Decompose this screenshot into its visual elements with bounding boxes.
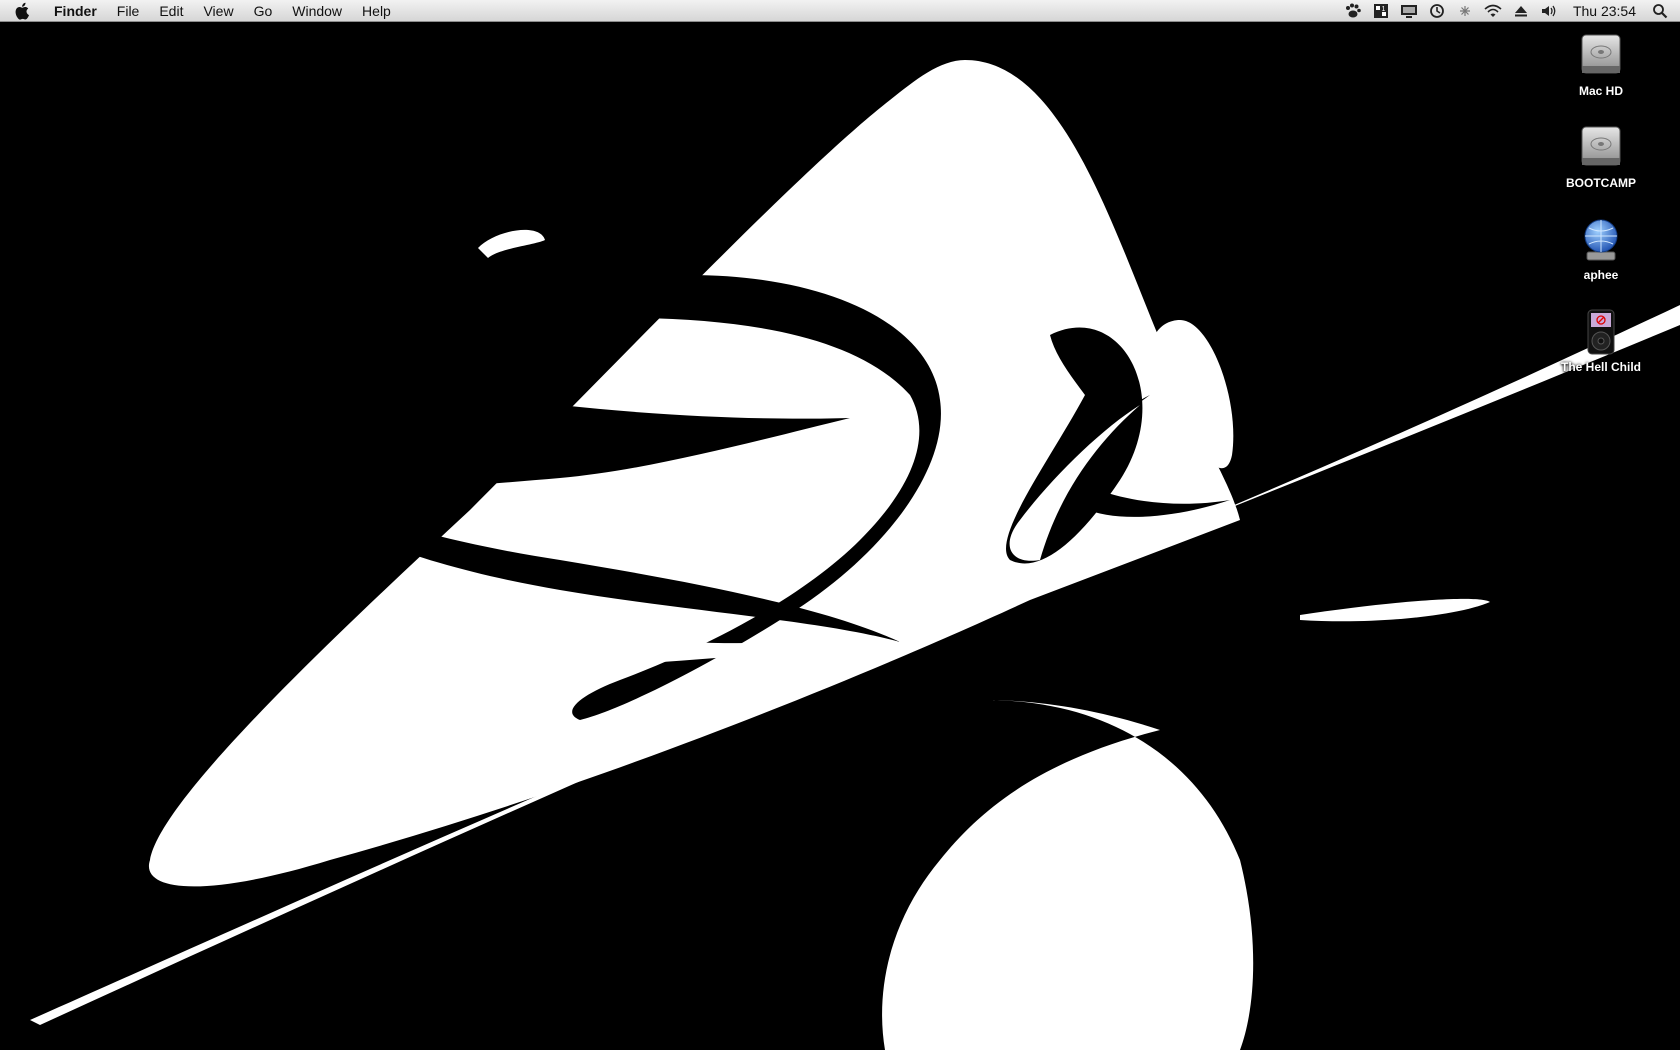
menu-bar: Finder File Edit View Go Window Help 1 T… <box>0 0 1680 22</box>
menu-bar-left: Finder File Edit View Go Window Help <box>0 0 401 22</box>
volume-icon[interactable] <box>1535 0 1563 22</box>
menu-file[interactable]: File <box>107 0 150 22</box>
menu-edit[interactable]: Edit <box>149 0 193 22</box>
menu-go[interactable]: Go <box>244 0 283 22</box>
ipod-icon <box>1575 306 1627 358</box>
svg-text:1: 1 <box>1381 6 1385 13</box>
desktop-icon-bootcamp[interactable]: BOOTCAMP <box>1541 122 1661 190</box>
desktop-wallpaper <box>0 0 1680 1050</box>
time-machine-icon[interactable] <box>1423 0 1451 22</box>
bluetooth-icon[interactable] <box>1451 0 1479 22</box>
spotlight-icon[interactable] <box>1646 0 1674 22</box>
display-icon[interactable] <box>1395 0 1423 22</box>
eject-icon[interactable] <box>1507 0 1535 22</box>
desktop-icon-the-hell-child[interactable]: The Hell Child <box>1541 306 1661 374</box>
desktop-icon-label: Mac HD <box>1578 84 1623 98</box>
desktop-icon-label: aphee <box>1583 268 1619 282</box>
paw-icon[interactable] <box>1339 0 1367 22</box>
menu-clock[interactable]: Thu 23:54 <box>1563 3 1646 19</box>
desktop-icon-mac-hd[interactable]: Mac HD <box>1541 30 1661 98</box>
hard-drive-icon <box>1575 30 1627 82</box>
menu-help[interactable]: Help <box>352 0 401 22</box>
network-globe-icon <box>1575 214 1627 266</box>
desktop-icon-aphee[interactable]: aphee <box>1541 214 1661 282</box>
menu-app-finder[interactable]: Finder <box>44 0 107 22</box>
desktop-icon-label: The Hell Child <box>1560 360 1641 374</box>
wifi-icon[interactable] <box>1479 0 1507 22</box>
menu-bar-extras: 1 Thu 23:54 <box>1339 0 1680 22</box>
apple-menu-icon[interactable] <box>0 0 44 22</box>
hard-drive-icon <box>1575 122 1627 174</box>
menu-window[interactable]: Window <box>282 0 352 22</box>
desktop-icon-label: BOOTCAMP <box>1566 176 1636 190</box>
spaces-icon[interactable]: 1 <box>1367 0 1395 22</box>
menu-view[interactable]: View <box>193 0 243 22</box>
